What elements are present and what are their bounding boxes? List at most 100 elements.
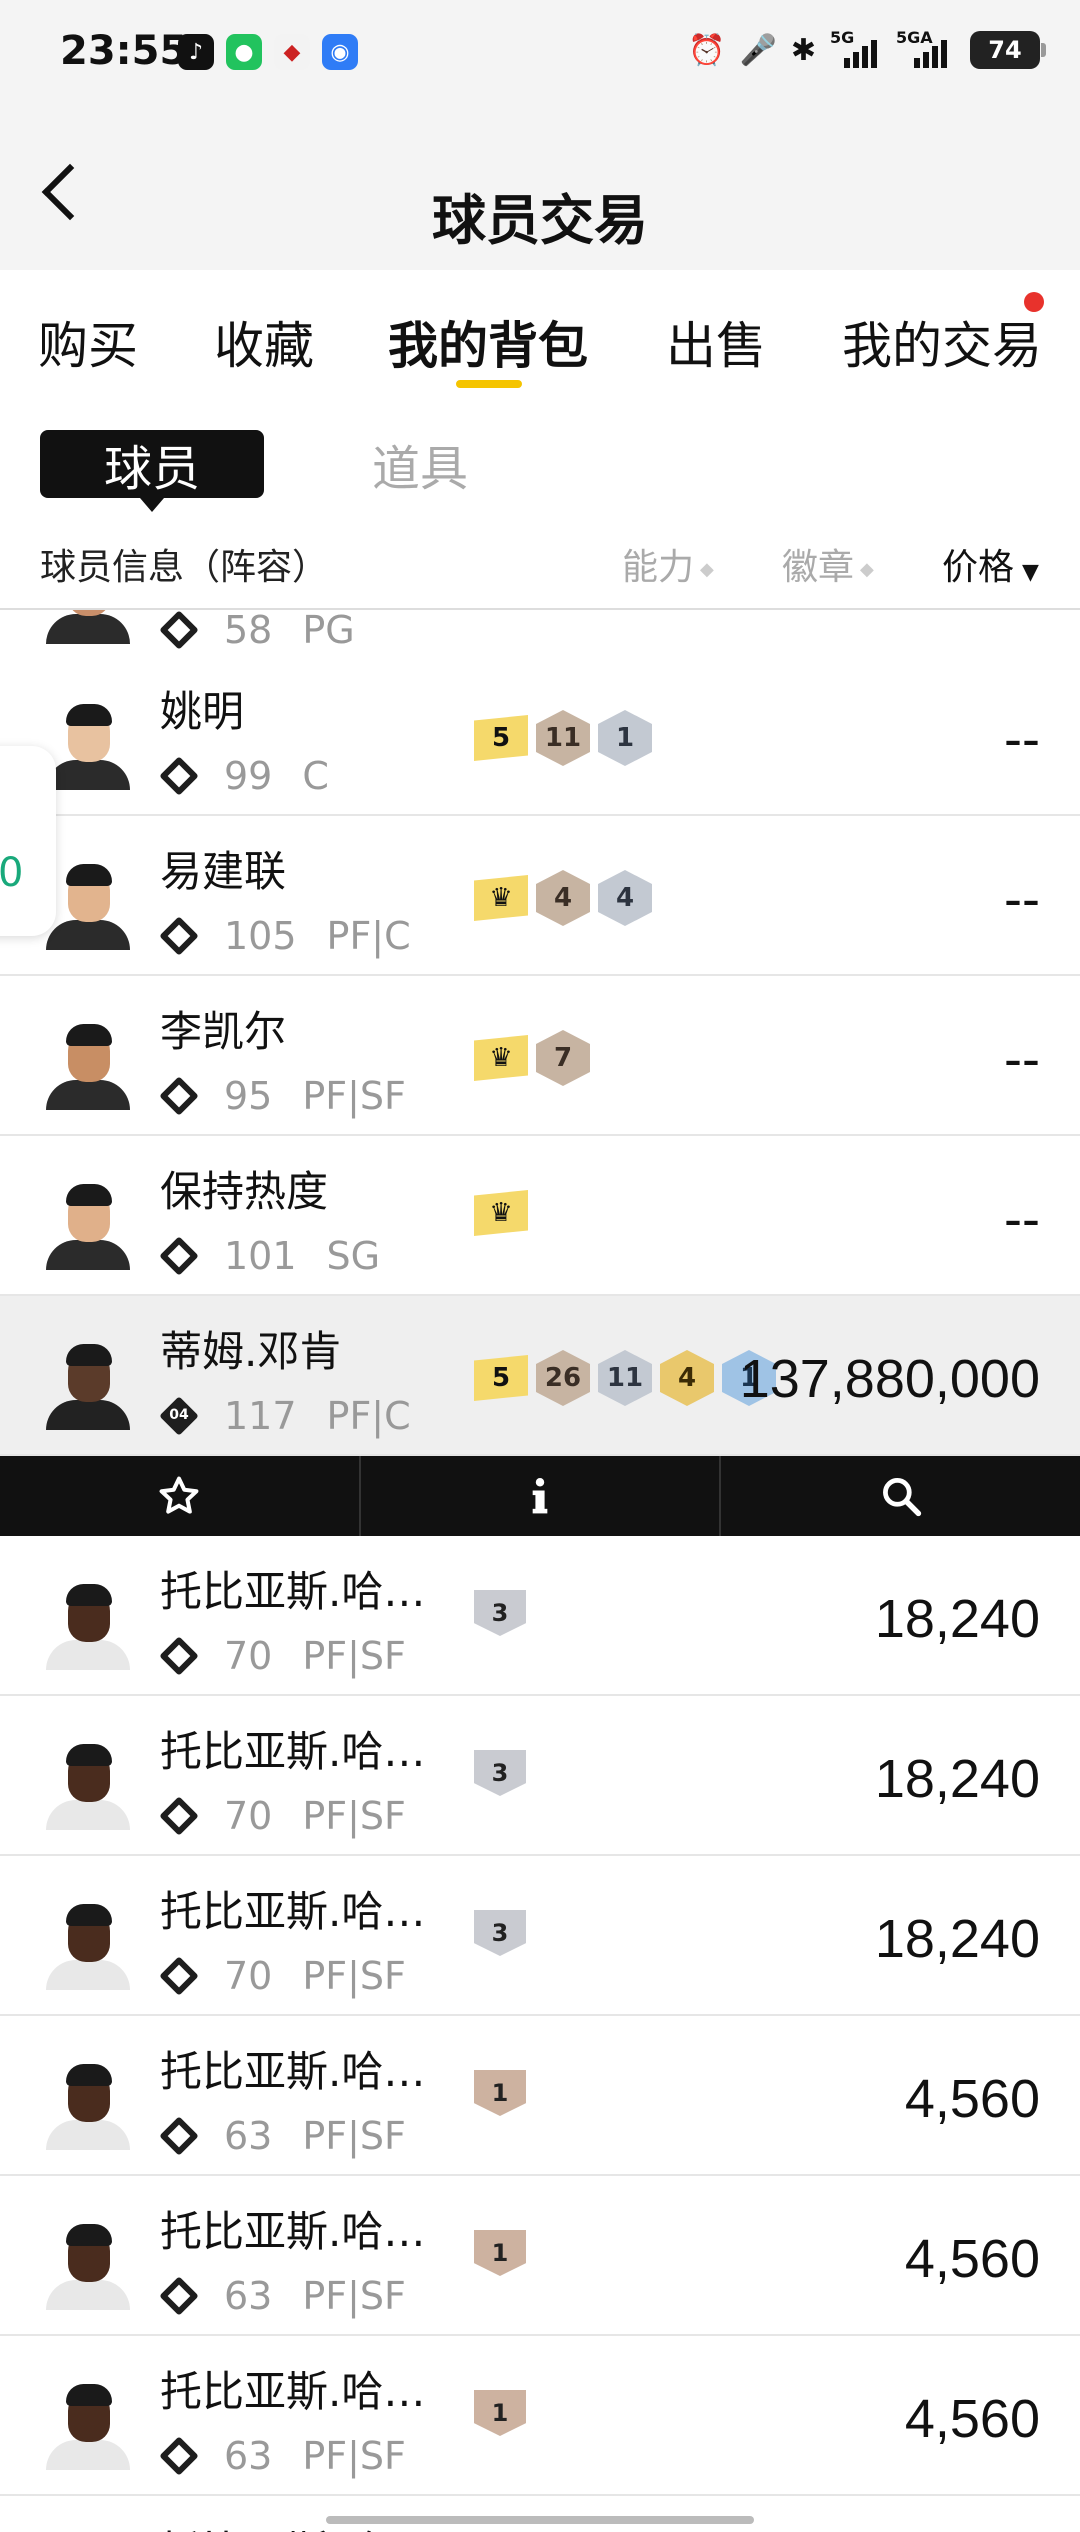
player-name: 姚明	[160, 687, 245, 736]
player-row[interactable]: 托比亚斯.哈… 70 PF|SF 3 18,240	[0, 1856, 1080, 2016]
side-floating-tab[interactable]: 0	[0, 746, 56, 936]
segment-items[interactable]: 道具	[330, 430, 510, 498]
column-badge[interactable]: 徽章 ◆	[782, 538, 874, 590]
player-info: 99 C	[159, 754, 329, 798]
player-row[interactable]: 姚明 99 C 5 11 1 --	[0, 656, 1080, 816]
player-avatar	[40, 1894, 136, 1990]
player-rating: 105	[224, 914, 297, 958]
active-tab-indicator	[456, 380, 522, 388]
rank-diamond-icon	[159, 1956, 199, 1996]
silver-badge: 11	[598, 1350, 652, 1406]
badge-group: ♛ 7	[474, 1030, 590, 1086]
avatar-hair	[66, 1024, 112, 1046]
player-rating: 58	[224, 610, 273, 652]
player-list[interactable]: 58 PG 姚明 99 C 5 11 1 -- 易建联 105 PF|C ♛ 4…	[0, 610, 1080, 2532]
alarm-icon: ⏰	[688, 32, 726, 68]
column-price[interactable]: 价格 ▼	[942, 538, 1039, 590]
player-rating: 70	[224, 1954, 273, 1998]
player-price: --	[1004, 709, 1040, 769]
ability-shield-badge: 3	[474, 1590, 526, 1636]
player-row[interactable]: 托比亚斯.哈… 63 PF|SF 1 4,560	[0, 2336, 1080, 2496]
player-rating: 99	[224, 754, 273, 798]
favorite-button[interactable]	[0, 1456, 361, 1536]
segment-players[interactable]: 球员	[40, 430, 264, 512]
rank-diamond-icon: 04	[159, 1396, 199, 1436]
player-row[interactable]: 蒂姆.邓肯 04 117 PF|C 5 26 11 4 1 137,880,000	[0, 1296, 1080, 1456]
player-row[interactable]: 托比亚斯.哈… 63 PF|SF 1 4,560	[0, 2176, 1080, 2336]
side-tab-text: 0	[0, 850, 24, 896]
player-info: 101 SG	[159, 1234, 381, 1278]
tab-buy[interactable]: 购买	[38, 306, 138, 378]
column-badge-label: 徽章	[782, 547, 855, 588]
signal-icon-2: 5GA	[896, 28, 956, 70]
player-name: 蒂姆.邓肯	[160, 1327, 342, 1376]
notification-dot	[1024, 292, 1044, 312]
tab-my-trades[interactable]: 我的交易	[842, 306, 1042, 378]
badge-group: ♛	[474, 1190, 528, 1236]
badge-group: 1	[474, 2230, 526, 2276]
rank-diamond-icon	[159, 610, 199, 650]
crown-badge-icon: ♛	[474, 1190, 528, 1236]
player-position: PF|SF	[302, 1074, 406, 1118]
player-price: --	[1004, 1029, 1040, 1089]
player-price: 4,560	[904, 2229, 1040, 2289]
player-info: 63 PF|SF	[159, 2434, 406, 2478]
player-info: 95 PF|SF	[159, 1074, 406, 1118]
player-avatar	[40, 2374, 136, 2470]
home-indicator	[326, 2516, 754, 2524]
bronze-badge: 4	[536, 870, 590, 926]
bluetooth-icon: ✱	[790, 32, 816, 68]
player-price: 137,880,000	[739, 1349, 1040, 1409]
wechat-icon: ●	[226, 34, 262, 70]
level-badge: 5	[474, 715, 528, 761]
network-label-2: 5GA	[896, 28, 933, 47]
player-info: 70 PF|SF	[159, 1954, 406, 1998]
avatar-jersey	[46, 1240, 130, 1270]
player-position: PF|SF	[302, 1634, 406, 1678]
player-position: PF|SF	[302, 1794, 406, 1838]
status-indicators: ⏰ 🎤 ✱ 5G 5GA 74	[688, 28, 1046, 70]
rank-diamond-icon	[159, 2116, 199, 2156]
player-price: 4,560	[904, 2389, 1040, 2449]
avatar-hair	[66, 2384, 112, 2406]
player-info: 63 PF|SF	[159, 2114, 406, 2158]
action-bar	[0, 1456, 1080, 1536]
player-row[interactable]: 托比亚斯.哈… 70 PF|SF 3 18,240	[0, 1696, 1080, 1856]
ability-shield-badge: 1	[474, 2390, 526, 2436]
search-button[interactable]	[721, 1456, 1080, 1536]
player-position: SG	[326, 1234, 381, 1278]
player-rating: 117	[224, 1394, 297, 1438]
player-price: 4,560	[904, 2069, 1040, 2129]
tab-favorites[interactable]: 收藏	[214, 306, 314, 378]
signal-icon: 5G	[830, 28, 882, 70]
sort-icon: ◆	[700, 558, 714, 580]
avatar-jersey	[46, 1400, 130, 1430]
player-position: C	[302, 754, 329, 798]
player-rating: 63	[224, 2434, 273, 2478]
info-button[interactable]	[361, 1456, 722, 1536]
player-row[interactable]: 托比亚斯.哈… 63 PF|SF 1 4,560	[0, 2016, 1080, 2176]
gold-badge: 4	[660, 1350, 714, 1406]
badge-group: 3	[474, 1910, 526, 1956]
column-ability[interactable]: 能力 ◆	[622, 538, 714, 590]
ability-shield-badge: 3	[474, 1910, 526, 1956]
player-row[interactable]: 托比亚斯.哈… 70 PF|SF 3 18,240	[0, 1536, 1080, 1696]
player-row[interactable]: 李凯尔 95 PF|SF ♛ 7 --	[0, 976, 1080, 1136]
crown-badge-icon: ♛	[474, 875, 528, 921]
badge-group: 1	[474, 2390, 526, 2436]
player-rating: 70	[224, 1794, 273, 1838]
badge-group: 1	[474, 2070, 526, 2116]
player-row[interactable]: 托比亚斯.哈…	[0, 2496, 1080, 2532]
player-row[interactable]: 易建联 105 PF|C ♛ 4 4 --	[0, 816, 1080, 976]
player-row[interactable]: 保持热度 101 SG ♛ --	[0, 1136, 1080, 1296]
tab-my-backpack[interactable]: 我的背包	[388, 306, 588, 378]
player-rating: 101	[224, 1234, 297, 1278]
player-rating: 70	[224, 1634, 273, 1678]
column-player-info: 球员信息（阵容）	[40, 547, 329, 588]
top-tabs: 购买 收藏 我的背包 出售 我的交易	[0, 270, 1080, 400]
search-icon	[882, 1478, 921, 1517]
player-position: PF|C	[326, 1394, 411, 1438]
tab-sell[interactable]: 出售	[666, 306, 766, 378]
player-avatar	[40, 2054, 136, 2150]
tiktok-icon: ♪	[178, 34, 214, 70]
